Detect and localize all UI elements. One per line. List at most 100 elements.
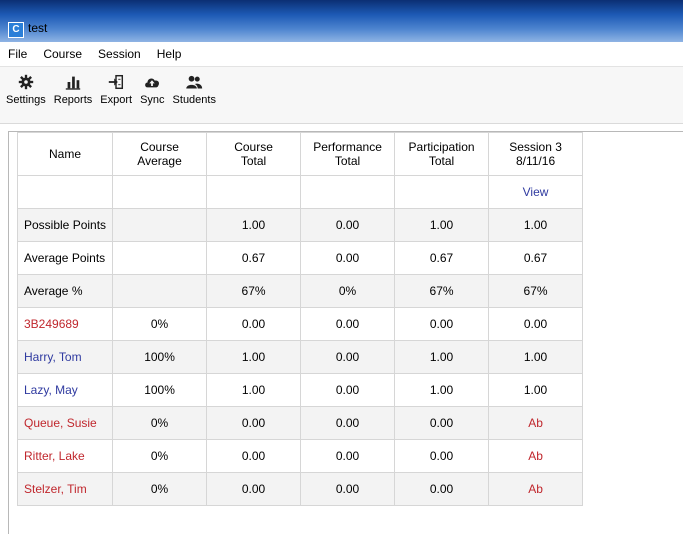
grade-cell[interactable]: 0.67	[394, 241, 490, 275]
gradebook-grid-panel: Name Course Average Course Total Performan…	[8, 131, 683, 534]
table-row[interactable]: Average % 67% 0% 67% 67%	[16, 274, 584, 308]
grade-cell[interactable]: 0.00	[206, 439, 302, 473]
sync-label: Sync	[140, 94, 165, 106]
app-icon: C	[8, 22, 24, 38]
grade-cell[interactable]: 67%	[206, 274, 302, 308]
header-course-total[interactable]: Course Total	[206, 132, 302, 176]
grade-cell[interactable]: 0.00	[206, 472, 302, 506]
grade-cell[interactable]: 0%	[112, 472, 208, 506]
table-row[interactable]: Queue, Susie 0% 0.00 0.00 0.00 Ab	[16, 406, 584, 440]
grade-cell[interactable]: 1.00	[488, 373, 584, 407]
menu-help[interactable]: Help	[149, 47, 190, 61]
empty-cell	[112, 175, 208, 209]
student-name-cell[interactable]: Possible Points	[16, 208, 114, 242]
empty-cell	[206, 175, 302, 209]
grade-cell[interactable]: 1.00	[394, 208, 490, 242]
student-name-cell[interactable]: Harry, Tom	[16, 340, 114, 374]
header-row: Name Course Average Course Total Performan…	[16, 132, 584, 176]
grade-cell[interactable]: 0.00	[394, 472, 490, 506]
grade-cell[interactable]: 0.00	[394, 406, 490, 440]
grade-cell[interactable]	[112, 274, 208, 308]
export-button[interactable]: Export	[98, 73, 134, 106]
grade-cell[interactable]: 100%	[112, 373, 208, 407]
window-titlebar: C test	[0, 0, 683, 42]
window-title: test	[28, 21, 48, 35]
settings-button[interactable]: Settings	[4, 73, 48, 106]
view-session-link[interactable]: View	[488, 175, 584, 209]
cloud-upload-icon	[145, 78, 160, 88]
student-name-cell[interactable]: Stelzer, Tim	[16, 472, 114, 506]
table-row[interactable]: Ritter, Lake 0% 0.00 0.00 0.00 Ab	[16, 439, 584, 473]
student-name-cell[interactable]: Average Points	[16, 241, 114, 275]
grade-cell[interactable]	[112, 208, 208, 242]
grade-cell[interactable]: 0.00	[300, 208, 396, 242]
view-row: View	[16, 175, 584, 209]
menu-file[interactable]: File	[0, 47, 35, 61]
export-label: Export	[100, 94, 133, 106]
grade-cell[interactable]: Ab	[488, 439, 584, 473]
menu-session[interactable]: Session	[90, 47, 149, 61]
grade-cell[interactable]: 0%	[112, 406, 208, 440]
grade-cell[interactable]: 0.00	[206, 406, 302, 440]
header-participation-total[interactable]: Participation Total	[394, 132, 490, 176]
grade-cell[interactable]: 67%	[394, 274, 490, 308]
header-name[interactable]: Name	[16, 132, 114, 176]
grade-cell[interactable]: 1.00	[206, 208, 302, 242]
sync-button[interactable]: Sync	[138, 73, 166, 106]
grade-cell[interactable]: 0.00	[300, 340, 396, 374]
grade-cell[interactable]: Ab	[488, 406, 584, 440]
grade-cell[interactable]: Ab	[488, 472, 584, 506]
header-performance-total[interactable]: Performance Total	[300, 132, 396, 176]
grade-cell[interactable]: 0.67	[206, 241, 302, 275]
table-row[interactable]: 3B249689 0% 0.00 0.00 0.00 0.00	[16, 307, 584, 341]
grade-cell[interactable]: 1.00	[394, 373, 490, 407]
table-row[interactable]: Possible Points 1.00 0.00 1.00 1.00	[16, 208, 584, 242]
users-icon	[186, 75, 203, 89]
grade-cell[interactable]: 0.00	[300, 241, 396, 275]
grade-cell[interactable]: 0.00	[300, 307, 396, 341]
student-name-cell[interactable]: 3B249689	[16, 307, 114, 341]
table-row[interactable]: Stelzer, Tim 0% 0.00 0.00 0.00 Ab	[16, 472, 584, 506]
reports-button[interactable]: Reports	[52, 73, 95, 106]
student-name-cell[interactable]: Average %	[16, 274, 114, 308]
grade-cell[interactable]: 100%	[112, 340, 208, 374]
grade-cell[interactable]: 0.67	[488, 241, 584, 275]
student-name-cell[interactable]: Queue, Susie	[16, 406, 114, 440]
table-row[interactable]: Harry, Tom 100% 1.00 0.00 1.00 1.00	[16, 340, 584, 374]
grade-cell[interactable]: 0.00	[394, 307, 490, 341]
grade-cell[interactable]: 1.00	[206, 340, 302, 374]
reports-label: Reports	[53, 94, 93, 106]
grade-cell[interactable]: 1.00	[488, 340, 584, 374]
header-course-average[interactable]: Course Average	[112, 132, 208, 176]
header-session-3[interactable]: Session 3 8/11/16	[488, 132, 584, 176]
gradebook-table: Name Course Average Course Total Performan…	[16, 132, 584, 506]
grade-cell[interactable]: 0.00	[300, 439, 396, 473]
grade-cell[interactable]: 0.00	[394, 439, 490, 473]
grade-cell[interactable]: 1.00	[206, 373, 302, 407]
gear-icon	[18, 74, 34, 90]
export-icon	[108, 74, 124, 90]
students-label: Students	[172, 94, 216, 106]
empty-cell	[394, 175, 490, 209]
settings-label: Settings	[6, 94, 46, 106]
grade-cell[interactable]: 0.00	[206, 307, 302, 341]
grade-cell[interactable]: 0%	[300, 274, 396, 308]
students-button[interactable]: Students	[171, 73, 218, 106]
student-name-cell[interactable]: Lazy, May	[16, 373, 114, 407]
grade-cell[interactable]: 0%	[112, 307, 208, 341]
table-row[interactable]: Lazy, May 100% 1.00 0.00 1.00 1.00	[16, 373, 584, 407]
empty-cell	[16, 175, 114, 209]
grade-cell[interactable]: 0.00	[300, 472, 396, 506]
grade-cell[interactable]: 1.00	[394, 340, 490, 374]
table-row[interactable]: Average Points 0.67 0.00 0.67 0.67	[16, 241, 584, 275]
menu-course[interactable]: Course	[35, 47, 90, 61]
grade-cell[interactable]	[112, 241, 208, 275]
grade-cell[interactable]: 0.00	[300, 373, 396, 407]
grade-cell[interactable]: 0.00	[300, 406, 396, 440]
grade-cell[interactable]: 0%	[112, 439, 208, 473]
student-name-cell[interactable]: Ritter, Lake	[16, 439, 114, 473]
toolbar: Settings Reports Export Sync Students	[0, 67, 683, 124]
grade-cell[interactable]: 67%	[488, 274, 584, 308]
grade-cell[interactable]: 0.00	[488, 307, 584, 341]
grade-cell[interactable]: 1.00	[488, 208, 584, 242]
